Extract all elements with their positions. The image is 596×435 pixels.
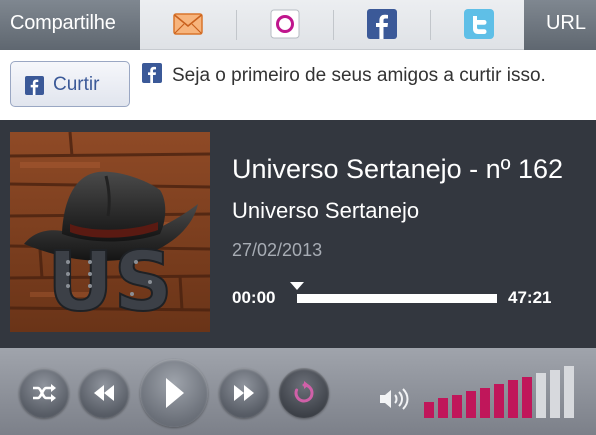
current-time: 00:00 xyxy=(232,288,276,307)
volume-bar[interactable] xyxy=(438,398,448,418)
share-label: Compartilhe xyxy=(0,0,140,50)
like-button-label: Curtir xyxy=(53,74,100,95)
track-artist: Universo Sertanejo xyxy=(232,198,420,223)
volume-bar[interactable] xyxy=(480,387,490,418)
fast-forward-button[interactable] xyxy=(219,368,269,418)
rewind-button[interactable] xyxy=(79,368,129,418)
url-button[interactable]: URL xyxy=(524,0,596,50)
facebook-icon xyxy=(25,76,44,100)
like-prompt-text: Seja o primeiro de seus amigos a curtir … xyxy=(172,65,546,86)
album-cover: US xyxy=(10,132,210,332)
volume-bar[interactable] xyxy=(424,402,434,418)
share-email-button[interactable] xyxy=(140,0,236,50)
volume-bar[interactable] xyxy=(452,394,462,418)
share-orkut-button[interactable] xyxy=(237,0,333,50)
volume-bar[interactable] xyxy=(522,376,532,418)
progress-bar[interactable] xyxy=(290,282,497,303)
player-panel: US Universo Sertanejo - nº 162 Universo … xyxy=(0,120,596,348)
volume-slider[interactable] xyxy=(424,366,584,418)
volume-bar[interactable] xyxy=(564,366,574,418)
facebook-icon xyxy=(367,9,397,40)
like-button[interactable]: Curtir xyxy=(10,61,130,107)
total-time: 47:21 xyxy=(508,288,552,307)
track-date: 27/02/2013 xyxy=(232,240,323,260)
like-bar: Curtir Seja o primeiro de seus amigos a … xyxy=(0,51,596,120)
volume-bar[interactable] xyxy=(466,391,476,418)
volume-bar[interactable] xyxy=(550,369,560,418)
facebook-icon xyxy=(142,63,162,88)
twitter-icon xyxy=(464,9,494,39)
envelope-icon xyxy=(173,9,203,39)
speaker-icon[interactable] xyxy=(378,388,412,415)
orkut-icon xyxy=(270,9,300,39)
cover-text: US xyxy=(46,234,174,331)
share-twitter-button[interactable] xyxy=(431,0,527,50)
volume-bar[interactable] xyxy=(536,373,546,418)
share-facebook-button[interactable] xyxy=(334,0,430,50)
shuffle-button[interactable] xyxy=(19,368,69,418)
volume-bar[interactable] xyxy=(494,384,504,418)
play-button[interactable] xyxy=(140,359,208,427)
volume-bar[interactable] xyxy=(508,380,518,418)
progress-handle[interactable] xyxy=(290,282,304,290)
svg-text:US: US xyxy=(47,235,173,330)
share-bar: Compartilhe URL xyxy=(0,0,596,50)
track-title: Universo Sertanejo - nº 162 xyxy=(232,154,564,184)
repeat-button[interactable] xyxy=(279,368,329,418)
